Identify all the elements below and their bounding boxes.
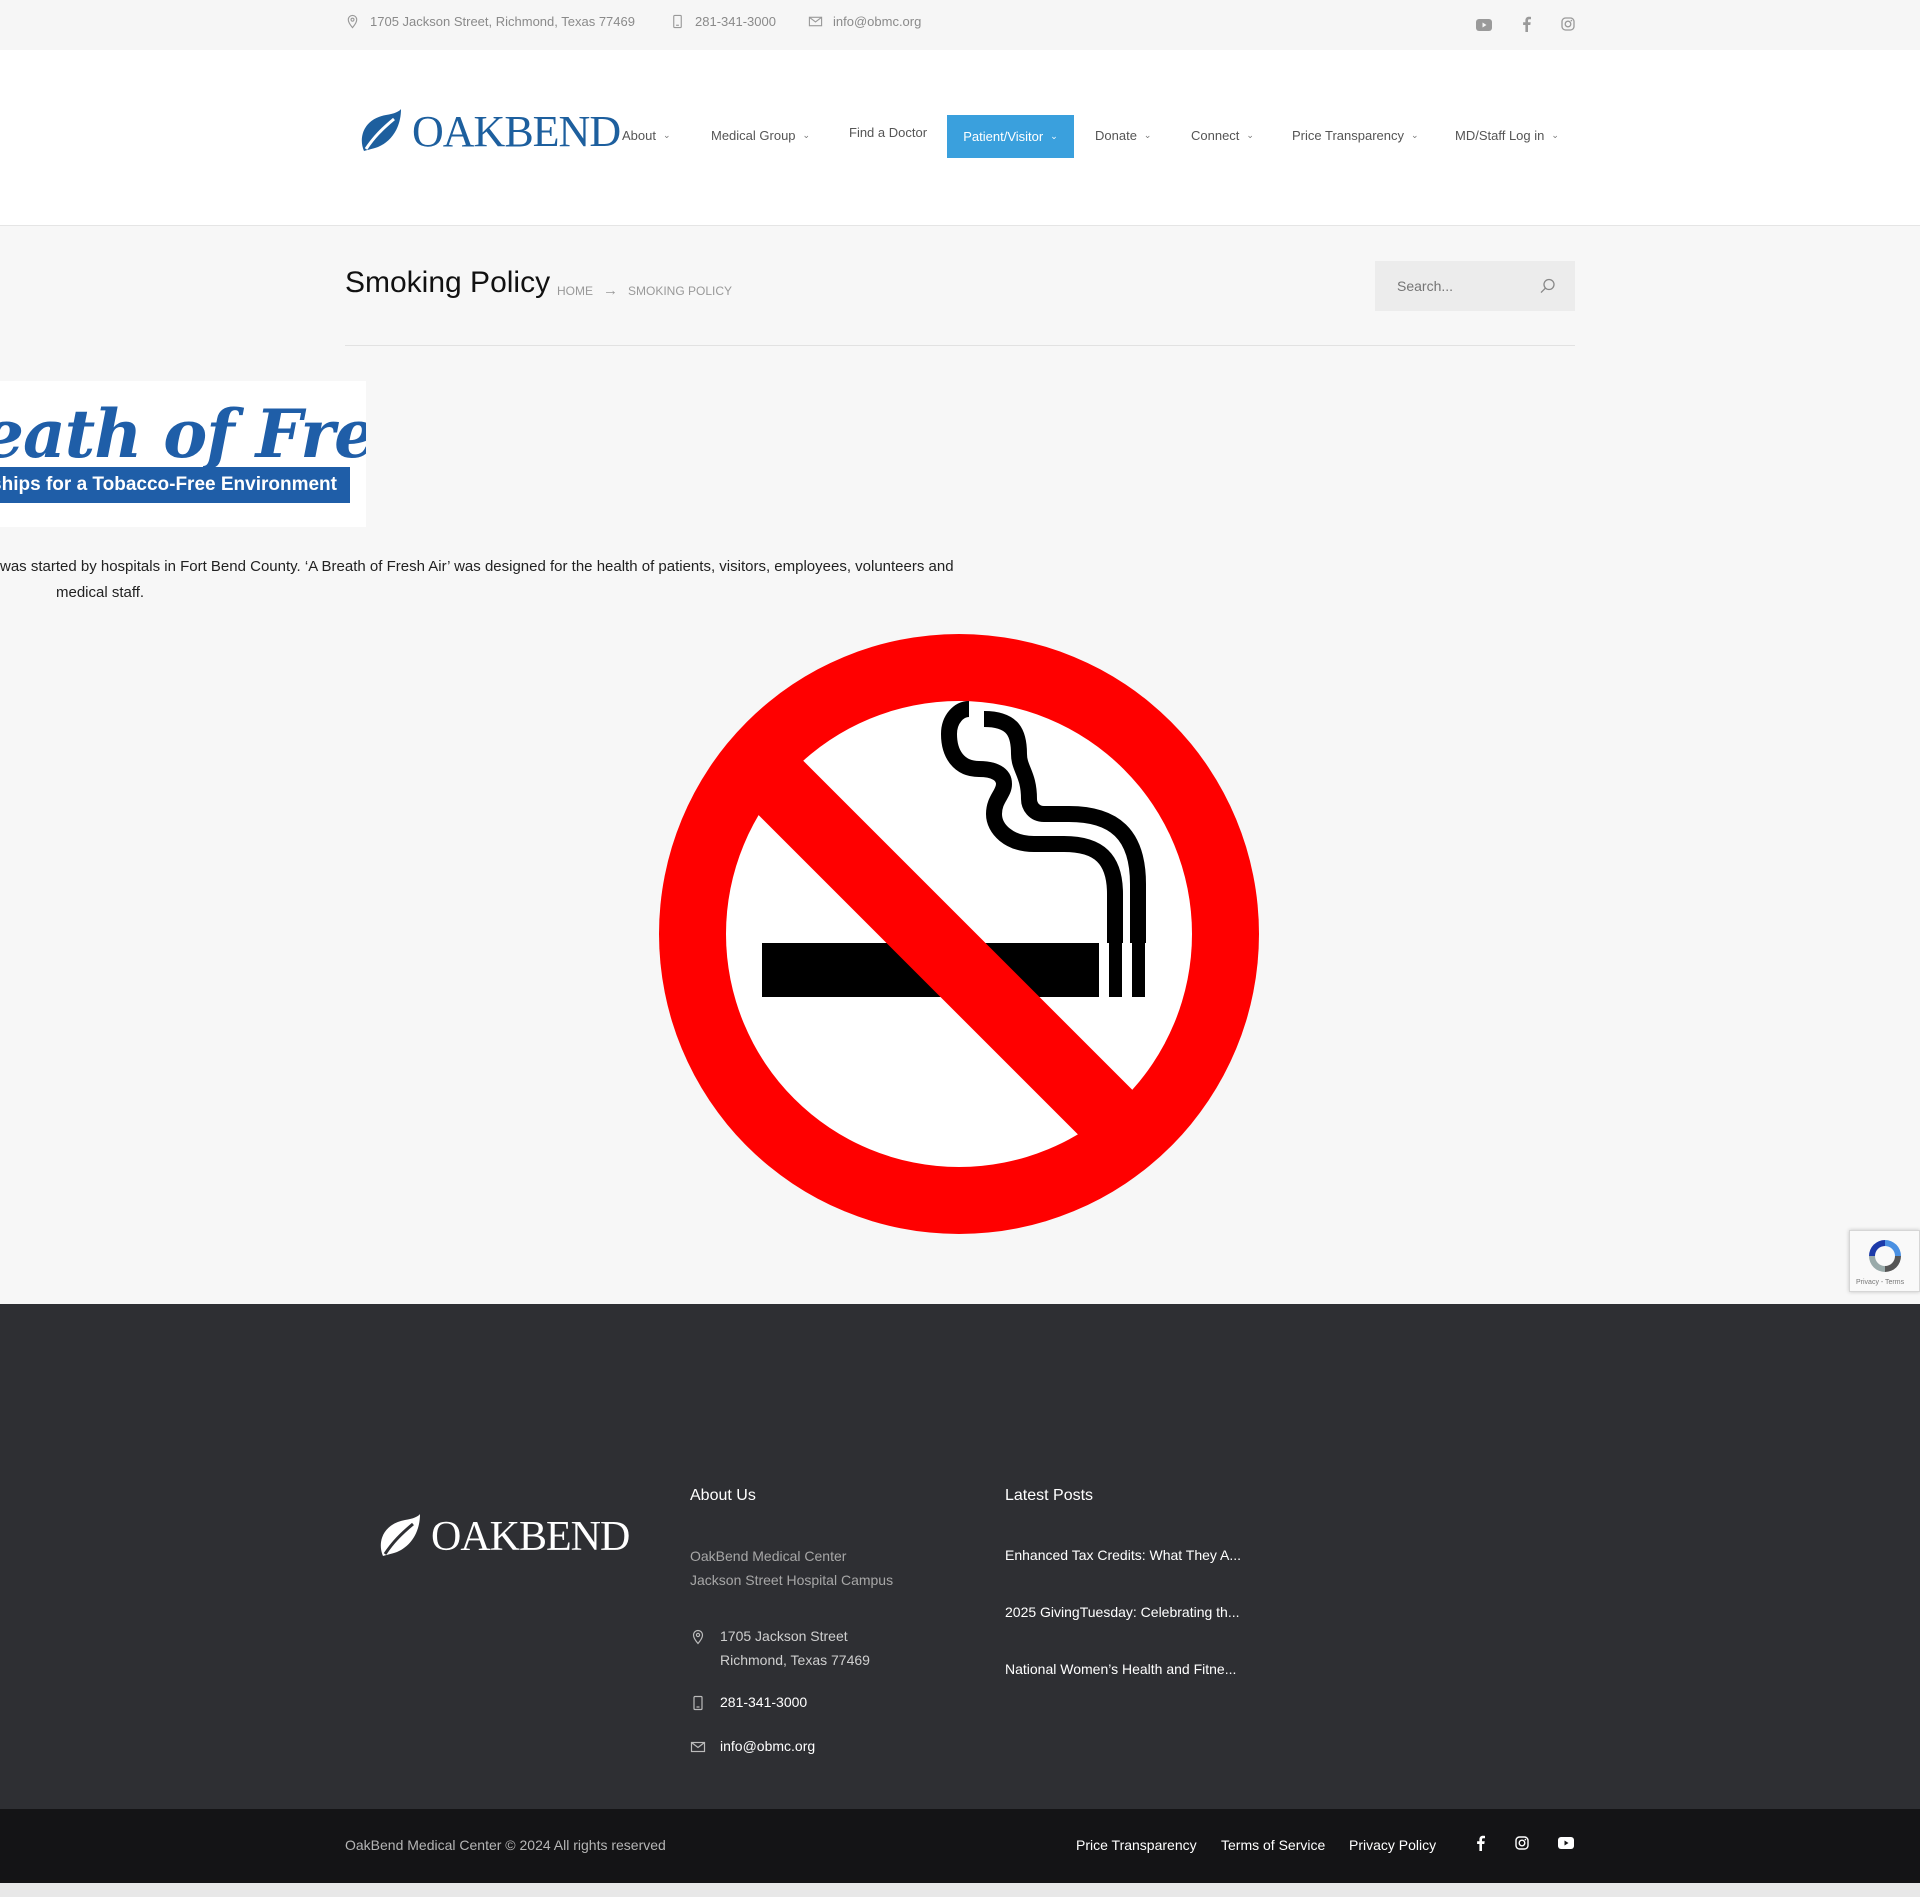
breadcrumb-home[interactable]: HOME <box>557 284 593 298</box>
search-box <box>1375 261 1575 311</box>
location-pin-icon <box>347 14 358 29</box>
phone-icon <box>673 14 682 29</box>
top-phone-text[interactable]: 281-341-3000 <box>695 14 776 29</box>
breath-of-fresh-air-banner: eath of Fresh Air erships for a Tobacco-… <box>0 381 366 527</box>
top-email-text[interactable]: info@obmc.org <box>833 14 921 29</box>
top-phone[interactable]: 281-341-3000 <box>670 14 776 29</box>
page-content: Smoking Policy HOME → SMOKING POLICY eat… <box>0 226 1920 1304</box>
chevron-down-icon: ⌄ <box>1411 130 1419 140</box>
site-footer: OAKBEND About Us OakBend Medical Center … <box>0 1304 1920 1809</box>
bottom-link-privacy-policy[interactable]: Privacy Policy <box>1349 1837 1436 1853</box>
facebook-icon[interactable] <box>1522 16 1531 32</box>
mail-icon <box>808 16 823 27</box>
main-header: OAKBEND About ⌄ Medical Group ⌄ Find a Doc… <box>0 50 1920 226</box>
leaf-logo-icon <box>361 108 401 151</box>
recaptcha-badge[interactable]: Privacy - Terms <box>1849 1230 1920 1292</box>
footer-about-heading: About Us <box>690 1487 756 1504</box>
nav-medical-group[interactable]: Medical Group ⌄ <box>711 128 810 143</box>
policy-line-2: medical staff. <box>56 584 145 601</box>
recaptcha-label[interactable]: Privacy - Terms <box>1856 1279 1904 1286</box>
nav-connect[interactable]: Connect ⌄ <box>1191 128 1254 143</box>
logo-wordmark: OAKBEND <box>412 107 621 156</box>
chevron-down-icon: ⌄ <box>802 130 811 140</box>
footer-post-link[interactable]: Enhanced Tax Credits: What They A... <box>1005 1547 1241 1563</box>
nav-about[interactable]: About ⌄ <box>622 128 671 143</box>
chevron-down-icon: ⌄ <box>1246 130 1254 140</box>
nav-md-staff-login-label: MD/Staff Log in <box>1455 128 1545 143</box>
nav-patient-visitor-label: Patient/Visitor <box>963 129 1044 144</box>
nav-connect-label: Connect <box>1191 128 1240 143</box>
nav-patient-visitor[interactable]: Patient/Visitor ⌄ <box>947 115 1074 158</box>
no-smoking-sign-icon <box>659 634 1259 1234</box>
footer-about-line-2: Jackson Street Hospital Campus <box>690 1572 894 1588</box>
footer-email[interactable]: info@obmc.org <box>690 1734 815 1758</box>
banner-strip: erships for a Tobacco-Free Environment <box>0 467 350 503</box>
top-email[interactable]: info@obmc.org <box>808 14 921 29</box>
youtube-icon[interactable] <box>1558 1837 1574 1849</box>
footer-posts-heading: Latest Posts <box>1005 1487 1094 1504</box>
bottom-bar: OakBend Medical Center © 2024 All rights… <box>0 1809 1920 1883</box>
nav-about-label: About <box>622 128 656 143</box>
policy-line-1: was started by hospitals in Fort Bend Co… <box>0 558 954 575</box>
chevron-down-icon: ⌄ <box>662 130 671 140</box>
top-address: 1705 Jackson Street, Richmond, Texas 774… <box>345 14 635 29</box>
youtube-icon[interactable] <box>1476 19 1492 31</box>
bottom-link-terms-of-service[interactable]: Terms of Service <box>1221 1837 1325 1853</box>
chevron-down-icon: ⌄ <box>1143 130 1152 140</box>
instagram-icon[interactable] <box>1561 17 1575 31</box>
mail-icon <box>690 1741 706 1753</box>
bottom-link-price-transparency[interactable]: Price Transparency <box>1076 1837 1197 1853</box>
banner-strip-text: erships for a Tobacco-Free Environment <box>0 474 337 495</box>
footer-phone-text[interactable]: 281-341-3000 <box>720 1690 807 1714</box>
footer-logo-wordmark: OAKBEND <box>431 1514 630 1560</box>
nav-donate-label: Donate <box>1095 128 1137 143</box>
footer-email-text[interactable]: info@obmc.org <box>720 1734 815 1758</box>
chevron-down-icon: ⌄ <box>1551 130 1559 140</box>
nav-price-transparency-label: Price Transparency <box>1292 128 1404 143</box>
breadcrumb-current: SMOKING POLICY <box>628 283 733 298</box>
footer-address: 1705 Jackson Street Richmond, Texas 7746… <box>690 1624 870 1672</box>
nav-md-staff-login[interactable]: MD/Staff Log in ⌄ <box>1455 128 1559 143</box>
breadcrumb: HOME → SMOKING POLICY <box>557 282 732 299</box>
search-icon[interactable] <box>1539 277 1557 295</box>
banner-script-text: eath of Fresh Air <box>0 395 366 473</box>
footer-address-line-2: Richmond, Texas 77469 <box>720 1652 870 1668</box>
footer-logo[interactable]: OAKBEND <box>373 1512 630 1562</box>
nav-donate[interactable]: Donate ⌄ <box>1095 128 1151 143</box>
arrow-right-icon: → <box>603 282 618 299</box>
leaf-logo-icon <box>380 1514 420 1556</box>
footer-about-line-1: OakBend Medical Center <box>690 1548 847 1564</box>
nav-find-a-doctor[interactable]: Find a Doctor <box>849 125 927 140</box>
footer-phone[interactable]: 281-341-3000 <box>690 1690 807 1714</box>
nav-find-a-doctor-label: Find a Doctor <box>849 125 928 140</box>
footer-about-desc: OakBend Medical Center Jackson Street Ho… <box>690 1544 893 1592</box>
top-address-text: 1705 Jackson Street, Richmond, Texas 774… <box>370 14 635 29</box>
location-pin-icon <box>692 1629 704 1645</box>
footer-post-link[interactable]: National Women’s Health and Fitne... <box>1005 1661 1236 1677</box>
copyright-text: OakBend Medical Center © 2024 All rights… <box>345 1837 666 1853</box>
nav-price-transparency[interactable]: Price Transparency ⌄ <box>1292 128 1419 143</box>
page-title: Smoking Policy <box>345 266 551 299</box>
phone-icon <box>693 1695 703 1711</box>
nav-medical-group-label: Medical Group <box>711 128 796 143</box>
instagram-icon[interactable] <box>1515 1836 1529 1850</box>
footer-address-line-1: 1705 Jackson Street <box>720 1628 848 1644</box>
facebook-icon[interactable] <box>1476 1835 1485 1851</box>
title-divider <box>345 345 1575 346</box>
recaptcha-icon <box>1869 1240 1901 1272</box>
footer-post-link[interactable]: 2025 GivingTuesday: Celebrating th... <box>1005 1604 1240 1620</box>
top-info-bar: 1705 Jackson Street, Richmond, Texas 774… <box>0 0 1920 50</box>
search-input[interactable] <box>1375 261 1535 311</box>
chevron-down-icon: ⌄ <box>1050 131 1058 141</box>
oakbend-logo[interactable]: OAKBEND <box>354 106 621 157</box>
